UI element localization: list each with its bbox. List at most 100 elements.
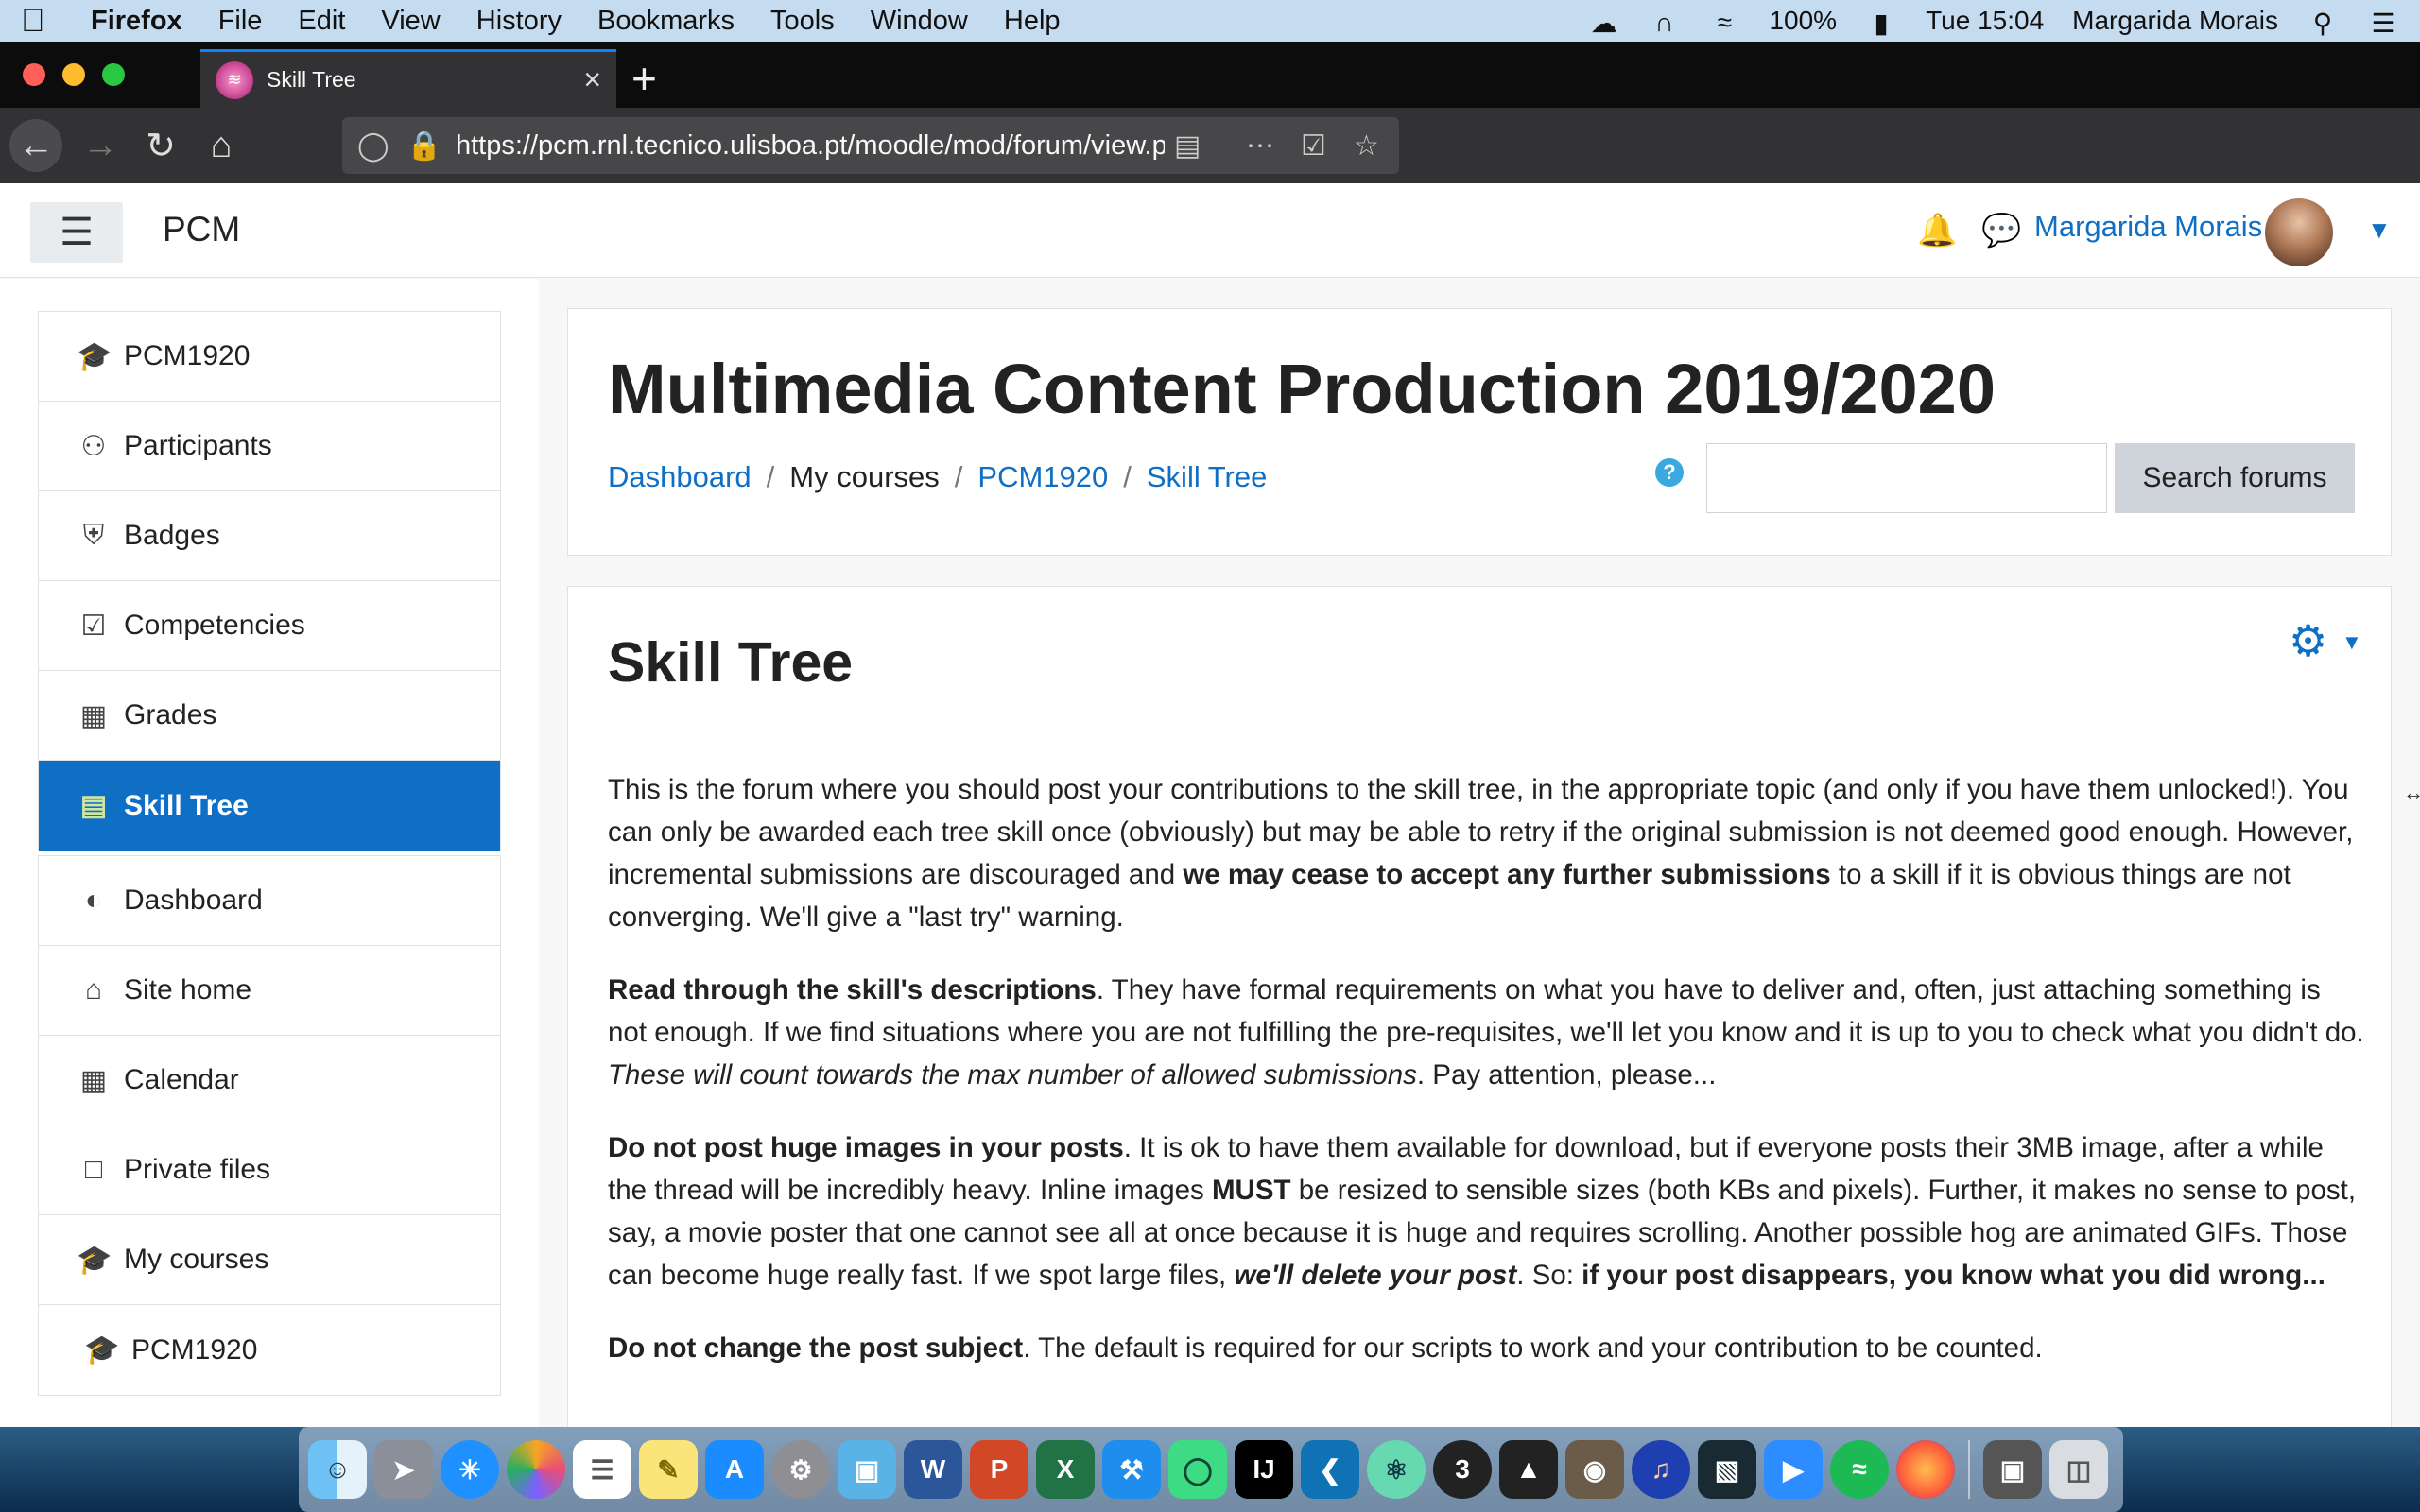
finder-icon[interactable]: ☺ [308, 1440, 367, 1499]
reader-view-icon[interactable]: ▤ [1174, 129, 1201, 163]
python-icon[interactable]: 3 [1433, 1440, 1492, 1499]
sidebar-item-site-home[interactable]: ⌂ Site home [39, 946, 500, 1036]
site-nav-group: ◐ Dashboard ⌂ Site home ▦ Calendar □ Private… [38, 855, 501, 1396]
sidebar-item-grades[interactable]: ▦ Grades [39, 671, 500, 761]
intellij-icon[interactable]: IJ [1235, 1440, 1293, 1499]
battery-icon[interactable]: ▮ [1865, 8, 1897, 38]
safari-icon[interactable]: ✳ [441, 1440, 499, 1499]
intro-paragraph: Read through the skill's descriptions. T… [608, 969, 2366, 1096]
inkscape-icon[interactable]: ▲ [1499, 1440, 1558, 1499]
sidebar-item-skill-tree[interactable]: ▤ Skill Tree [39, 761, 500, 850]
xcode-icon[interactable]: ⚒ [1102, 1440, 1161, 1499]
pocket-icon[interactable]: ☑ [1301, 129, 1326, 163]
gear-icon[interactable]: ⚙ [2289, 615, 2327, 666]
back-button[interactable]: ← [9, 119, 62, 172]
messages-icon[interactable]: 💬 [1981, 212, 2021, 249]
vpn-icon[interactable]: ∩ [1648, 8, 1680, 37]
sidebar-item-badges[interactable]: ⛨ Badges [39, 491, 500, 581]
app-store-icon[interactable]: A [705, 1440, 764, 1499]
help-icon[interactable]: ? [1655, 458, 1684, 487]
zoom-icon[interactable]: ▶ [1764, 1440, 1823, 1499]
menu-history[interactable]: History [476, 6, 562, 37]
tab-close-icon[interactable]: × [583, 62, 601, 97]
breadcrumb-course[interactable]: PCM1920 [977, 460, 1108, 494]
sidebar-item-participants[interactable]: ⚇ Participants [39, 402, 500, 491]
sidebar-item-dashboard[interactable]: ◐ Dashboard [39, 856, 500, 946]
gimp-icon[interactable]: ◉ [1565, 1440, 1624, 1499]
vscode-icon[interactable]: ❮ [1301, 1440, 1359, 1499]
intro-paragraph: Do not post huge images in your posts. I… [608, 1126, 2366, 1297]
drawer-toggle-icon[interactable]: ☰ [30, 202, 123, 263]
table-icon: ▦ [79, 699, 108, 731]
new-tab-button[interactable]: + [631, 51, 657, 106]
chevron-down-icon[interactable]: ▼ [2367, 215, 2392, 245]
search-input[interactable] [1706, 443, 2107, 513]
bookmark-star-icon[interactable]: ☆ [1354, 129, 1379, 163]
sidebar-item-private-files[interactable]: □ Private files [39, 1125, 500, 1215]
powerpoint-icon[interactable]: P [970, 1440, 1028, 1499]
excel-icon[interactable]: X [1036, 1440, 1095, 1499]
sidebar-item-competencies[interactable]: ☑ Competencies [39, 581, 500, 671]
reload-button[interactable]: ↻ [134, 119, 187, 172]
lock-icon[interactable]: 🔒 [406, 129, 441, 163]
breadcrumb-dashboard[interactable]: Dashboard [608, 460, 752, 494]
site-name[interactable]: PCM [163, 210, 240, 249]
window-zoom-button[interactable] [102, 63, 125, 86]
android-studio-icon[interactable]: ◯ [1168, 1440, 1227, 1499]
tab-title: Skill Tree [267, 67, 356, 92]
trash-icon[interactable]: ◫ [2049, 1440, 2108, 1499]
sidebar-item-course[interactable]: 🎓 PCM1920 [39, 312, 500, 402]
url-text[interactable]: https://pcm.rnl.tecnico.ulisboa.pt/moodl… [456, 130, 1165, 162]
chevron-down-icon[interactable]: ▼ [2342, 630, 2362, 655]
spotlight-search-icon[interactable]: ⚲ [2307, 8, 2339, 38]
cloud-icon[interactable]: ☁ [1587, 8, 1619, 38]
notification-center-icon[interactable]: ☰ [2367, 8, 2399, 38]
menu-file[interactable]: File [218, 6, 263, 37]
preview-icon[interactable]: ▣ [838, 1440, 896, 1499]
page-actions-icon[interactable]: ⋯ [1246, 129, 1274, 163]
launchpad-icon[interactable]: ➤ [374, 1440, 433, 1499]
wifi-icon[interactable]: ≈ [1708, 8, 1740, 37]
menu-bookmarks[interactable]: Bookmarks [597, 6, 735, 37]
notes-icon[interactable]: ✎ [639, 1440, 698, 1499]
users-icon: ⚇ [80, 430, 107, 462]
apple-menu-icon[interactable]:  [21, 3, 59, 40]
menubar-clock[interactable]: Tue 15:04 [1926, 6, 2044, 36]
browser-tab[interactable]: ≋ Skill Tree × [200, 49, 616, 108]
browser-toolbar: ← → ↻ ⌂ ◯ 🔒 https://pcm.rnl.tecnico.ulis… [0, 108, 2420, 266]
window-minimize-button[interactable] [62, 63, 85, 86]
photos-icon[interactable] [507, 1440, 565, 1499]
menu-view[interactable]: View [381, 6, 440, 37]
sidebar-item-label: PCM1920 [124, 340, 251, 371]
notifications-bell-icon[interactable]: 🔔 [1917, 212, 1957, 249]
resize-cursor-icon: ↔ [2403, 781, 2420, 804]
menu-app-firefox[interactable]: Firefox [91, 6, 182, 37]
reminders-icon[interactable]: ☰ [573, 1440, 631, 1499]
spotify-icon[interactable]: ≈ [1830, 1440, 1889, 1499]
audacity-icon[interactable]: ♫ [1632, 1440, 1690, 1499]
firefox-icon[interactable] [1896, 1440, 1955, 1499]
forum-icon: ▤ [79, 790, 108, 821]
menu-tools[interactable]: Tools [770, 6, 835, 37]
url-bar[interactable]: ◯ 🔒 https://pcm.rnl.tecnico.ulisboa.pt/m… [342, 117, 1399, 174]
breadcrumb-forum[interactable]: Skill Tree [1147, 460, 1267, 494]
home-button[interactable]: ⌂ [195, 119, 248, 172]
terminal-icon[interactable]: ▧ [1698, 1440, 1756, 1499]
system-preferences-icon[interactable]: ⚙ [771, 1440, 830, 1499]
search-forums-button[interactable]: Search forums [2115, 443, 2355, 513]
sidebar-item-my-courses[interactable]: 🎓 My courses [39, 1215, 500, 1305]
avatar[interactable] [2265, 198, 2333, 266]
desktop-stack-icon[interactable]: ▣ [1983, 1440, 2042, 1499]
menubar-user[interactable]: Margarida Morais [2072, 6, 2278, 36]
menu-window[interactable]: Window [871, 6, 968, 37]
forward-button[interactable]: → [74, 119, 127, 172]
sidebar-item-calendar[interactable]: ▦ Calendar [39, 1036, 500, 1125]
sidebar-item-pcm1920[interactable]: 🎓 PCM1920 [39, 1305, 500, 1395]
user-menu-name[interactable]: Margarida Morais [2034, 210, 2262, 244]
menu-help[interactable]: Help [1004, 6, 1061, 37]
atom-icon[interactable]: ⚛ [1367, 1440, 1426, 1499]
menu-edit[interactable]: Edit [298, 6, 345, 37]
tracking-shield-icon[interactable]: ◯ [357, 129, 389, 163]
word-icon[interactable]: W [904, 1440, 962, 1499]
window-close-button[interactable] [23, 63, 45, 86]
